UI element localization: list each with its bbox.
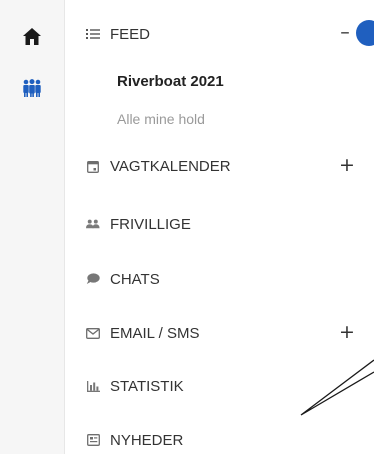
expand-email-sms-toggle[interactable]: + [337, 322, 357, 342]
menu-item-email-sms-label: EMAIL / SMS [110, 324, 200, 342]
menu-item-email-sms[interactable]: EMAIL / SMS [86, 321, 199, 345]
envelope-icon [86, 326, 100, 340]
menu-item-chats[interactable]: CHATS [86, 267, 160, 291]
event-name-link[interactable]: Riverboat 2021 [117, 73, 224, 90]
menu-item-frivillige-label: FRIVILLIGE [110, 215, 191, 233]
all-teams-link[interactable]: Alle mine hold [117, 111, 205, 127]
menu-item-vagtkalender[interactable]: VAGTKALENDER [86, 154, 231, 178]
team-icon [23, 79, 41, 97]
sidebar-collapse-button[interactable] [356, 20, 374, 46]
team-button[interactable] [16, 72, 48, 104]
menu-item-feed-label: FEED [110, 25, 151, 43]
menu-item-frivillige[interactable]: FRIVILLIGE [86, 212, 191, 236]
menu-item-chats-label: CHATS [110, 270, 160, 288]
menu-item-vagtkalender-label: VAGTKALENDER [110, 157, 231, 175]
collapse-feed-toggle[interactable]: – [336, 22, 354, 42]
menu-item-nyheder-label: NYHEDER [110, 431, 184, 449]
menu-item-nyheder[interactable]: NYHEDER [86, 428, 183, 452]
menu-item-statistik[interactable]: STATISTIK [86, 374, 184, 398]
bar-chart-icon [86, 379, 100, 393]
home-button[interactable] [16, 20, 48, 52]
people-icon [86, 217, 100, 231]
menu-item-feed[interactable]: FEED [86, 22, 150, 46]
list-icon [86, 27, 100, 41]
menu-item-statistik-label: STATISTIK [110, 377, 184, 395]
chat-bubble-icon [86, 272, 100, 286]
newspaper-icon [86, 433, 100, 447]
home-icon [23, 27, 41, 45]
icon-rail [0, 0, 65, 454]
calendar-icon [86, 159, 100, 173]
expand-vagtkalender-toggle[interactable]: + [337, 155, 357, 175]
